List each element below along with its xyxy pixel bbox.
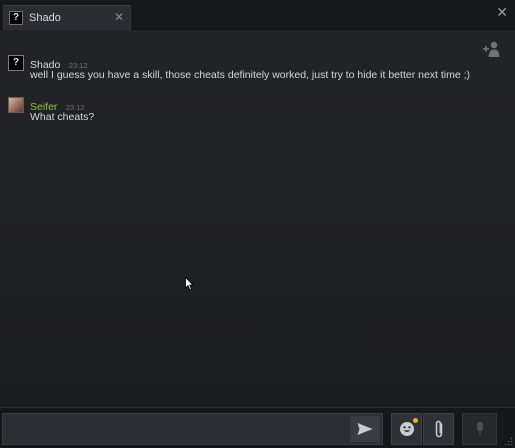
message-input[interactable] <box>2 413 383 445</box>
tab-close-icon[interactable]: ✕ <box>114 10 124 24</box>
microphone-icon <box>476 421 483 436</box>
avatar[interactable] <box>8 97 24 113</box>
send-icon <box>357 423 373 435</box>
avatar[interactable]: ? <box>8 55 24 71</box>
send-button[interactable] <box>350 416 380 442</box>
window-close-icon[interactable]: ✕ <box>496 4 508 21</box>
resize-grip-icon[interactable] <box>504 437 513 446</box>
add-friend-icon[interactable] <box>482 40 502 58</box>
input-bar <box>0 407 515 448</box>
emoji-button[interactable] <box>391 413 422 445</box>
chat-window: ? Shado ✕ ✕ ? Shado 23:12 well I guess y… <box>0 0 515 448</box>
attach-button[interactable] <box>423 413 454 445</box>
mouse-cursor-icon <box>185 276 195 291</box>
tab-avatar: ? <box>9 11 23 25</box>
message-text: well I guess you have a skill, those che… <box>30 69 471 81</box>
message-text: What cheats? <box>30 111 95 123</box>
notification-dot <box>413 418 418 423</box>
tab-label: Shado <box>29 12 61 24</box>
tab-shado[interactable]: ? Shado ✕ <box>3 5 131 30</box>
voice-button[interactable] <box>462 413 497 445</box>
emoji-icon <box>399 422 414 436</box>
tab-bar: ? Shado ✕ ✕ <box>0 0 515 30</box>
paperclip-icon <box>435 420 442 438</box>
